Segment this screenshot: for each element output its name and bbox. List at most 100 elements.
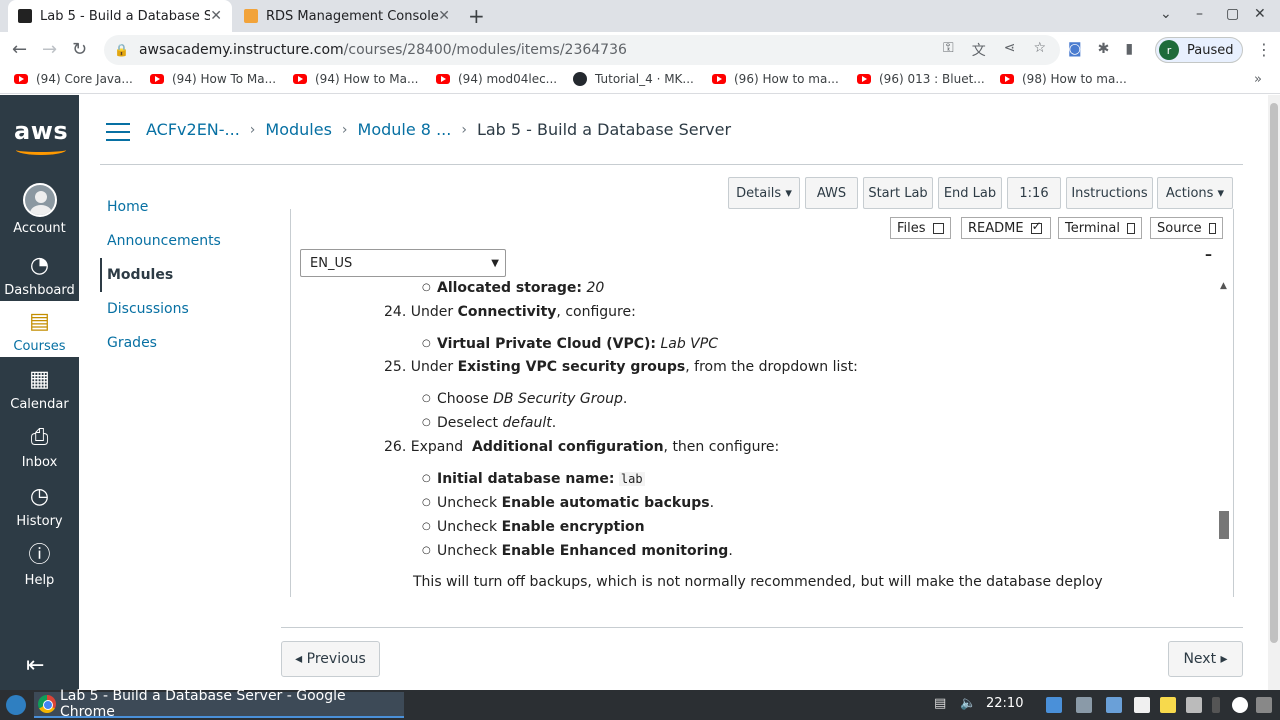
actions-button[interactable]: Actions ▾ xyxy=(1157,177,1233,209)
page-scrollbar[interactable] xyxy=(1268,95,1280,690)
minimize-icon[interactable]: – xyxy=(1205,247,1212,263)
previous-button[interactable]: ◂ Previous xyxy=(281,641,380,677)
gnav-dashboard[interactable]: ◔ Dashboard xyxy=(0,253,79,307)
instructions-scrollbar[interactable]: ▲ xyxy=(1217,281,1233,597)
taskbar-chrome-window[interactable]: Lab 5 - Build a Database Server - Google… xyxy=(34,688,404,720)
course-menu-hamburger-icon[interactable] xyxy=(106,123,130,141)
list-item: Initial database name: lab xyxy=(422,469,645,489)
bookmark-item[interactable]: (96) How to ma... xyxy=(712,72,839,86)
bookmark-item[interactable]: (94) How to Ma... xyxy=(293,72,418,86)
volume-icon[interactable]: 🔈 xyxy=(960,696,976,711)
clock-icon: ◷ xyxy=(29,484,50,509)
collapse-nav-icon[interactable]: ⇤ xyxy=(26,653,44,678)
aws-smile-icon xyxy=(16,145,66,155)
bookmark-item[interactable]: (96) 013 : Bluet... xyxy=(857,72,985,86)
scrollbar-thumb[interactable] xyxy=(1219,511,1229,539)
end-lab-button[interactable]: End Lab xyxy=(938,177,1002,209)
more-bookmarks-icon[interactable]: » xyxy=(1254,72,1262,87)
close-tab-icon[interactable]: ✕ xyxy=(438,8,450,24)
reload-icon[interactable]: ↻ xyxy=(72,39,87,60)
source-toggle[interactable]: Source xyxy=(1150,217,1223,239)
youtube-icon xyxy=(150,74,164,84)
course-nav-discussions[interactable]: Discussions xyxy=(100,292,270,326)
updates-icon[interactable] xyxy=(1232,697,1248,713)
profile-button[interactable]: r Paused xyxy=(1155,37,1243,63)
breadcrumb: ACFv2EN-... › Modules › Module 8 ... › L… xyxy=(146,120,731,139)
bookmark-item[interactable]: (94) How To Ma... xyxy=(150,72,276,86)
puzzle-extensions-icon[interactable]: ✱ xyxy=(1098,41,1110,57)
bookmark-item[interactable]: Tutorial_4 · MK... xyxy=(573,72,694,86)
close-tab-icon[interactable]: ✕ xyxy=(210,8,222,24)
note-paragraph: This will turn off backups, which is not… xyxy=(413,574,1103,590)
close-window-icon[interactable]: ✕ xyxy=(1254,6,1266,22)
notes-icon[interactable] xyxy=(1160,697,1176,713)
share-icon[interactable]: ⋖ xyxy=(1004,40,1016,60)
details-button[interactable]: Details ▾ xyxy=(728,177,800,209)
document-icon[interactable] xyxy=(1134,697,1150,713)
course-nav-grades[interactable]: Grades xyxy=(100,326,270,360)
minimize-window-icon[interactable]: – xyxy=(1196,6,1203,22)
clock[interactable]: 22:10 xyxy=(986,696,1023,711)
bookmark-item[interactable]: (94) Core Java... xyxy=(14,72,133,86)
page-scrollbar-thumb[interactable] xyxy=(1270,103,1278,643)
global-navigation: aws Account ◔ Dashboard ▤ Courses ▦ Cale… xyxy=(0,95,79,690)
gnav-help[interactable]: ⓘ Help xyxy=(0,543,79,597)
checkbox-icon[interactable] xyxy=(1126,222,1135,234)
checkbox-checked-icon[interactable] xyxy=(1030,219,1042,234)
bookmark-item[interactable]: (94) mod04lec... xyxy=(436,72,557,86)
list-item: Choose DB Security Group. xyxy=(422,389,627,409)
next-button[interactable]: Next ▸ xyxy=(1168,641,1243,677)
chevron-down-icon: ▼ xyxy=(491,257,499,269)
key-icon[interactable]: ⚿ xyxy=(943,40,954,60)
gnav-account[interactable]: Account xyxy=(0,183,79,243)
address-bar[interactable]: 🔒 awsacademy.instructure.com/courses/284… xyxy=(104,35,1060,65)
forward-icon[interactable]: → xyxy=(42,39,57,60)
start-menu-icon[interactable] xyxy=(6,695,26,715)
course-nav-modules[interactable]: Modules xyxy=(100,258,270,292)
course-nav-announcements[interactable]: Announcements xyxy=(100,224,270,258)
tab-rds-console[interactable]: RDS Management Console ✕ xyxy=(234,0,460,32)
breadcrumb-module[interactable]: Module 8 ... xyxy=(358,120,452,139)
camera-extension-icon[interactable]: ◙ xyxy=(1068,41,1082,57)
gnav-courses[interactable]: ▤ Courses xyxy=(0,301,79,357)
maximize-window-icon[interactable]: ▢ xyxy=(1226,6,1239,22)
translate-icon[interactable]: 文 xyxy=(972,40,986,60)
gnav-history[interactable]: ◷ History xyxy=(0,484,79,538)
keyboard-icon[interactable] xyxy=(1256,697,1272,713)
terminal-toggle[interactable]: Terminal xyxy=(1058,217,1142,239)
back-icon[interactable]: ← xyxy=(12,39,27,60)
side-panel-icon[interactable]: ▮ xyxy=(1125,41,1133,57)
lock-icon[interactable]: 🔒 xyxy=(114,43,129,57)
gnav-inbox[interactable]: ⎙ Inbox xyxy=(0,425,79,479)
checkbox-icon[interactable] xyxy=(932,222,944,234)
aws-button[interactable]: AWS xyxy=(805,177,858,209)
clipboard-icon[interactable]: ▤ xyxy=(934,696,946,711)
kebab-menu-icon[interactable]: ⋮ xyxy=(1256,40,1272,59)
files-toggle[interactable]: Files xyxy=(890,217,951,239)
footer-divider xyxy=(281,627,1243,628)
instructions-button[interactable]: Instructions xyxy=(1066,177,1153,209)
aws-logo[interactable]: aws xyxy=(14,117,68,145)
new-tab-icon[interactable]: + xyxy=(468,4,485,28)
bookmark-item[interactable]: (98) How to ma... xyxy=(1000,72,1127,86)
files-app-icon[interactable] xyxy=(1076,697,1092,713)
gnav-calendar[interactable]: ▦ Calendar xyxy=(0,367,79,421)
tab-lab5[interactable]: Lab 5 - Build a Database Se ✕ xyxy=(8,0,232,32)
checkbox-icon[interactable] xyxy=(1208,222,1216,234)
language-select[interactable]: EN_US ▼ xyxy=(300,249,506,277)
inbox-icon: ⎙ xyxy=(30,425,49,450)
browser-tab-strip: Lab 5 - Build a Database Se ✕ RDS Manage… xyxy=(0,0,1280,32)
breadcrumb-course[interactable]: ACFv2EN-... xyxy=(146,120,240,139)
course-nav-home[interactable]: Home xyxy=(100,190,270,224)
scroll-up-icon[interactable]: ▲ xyxy=(1220,281,1227,291)
bookmark-star-icon[interactable]: ☆ xyxy=(1033,40,1046,60)
tab-search-icon[interactable]: ⌄ xyxy=(1160,6,1172,22)
start-lab-button[interactable]: Start Lab xyxy=(863,177,933,209)
list-item: Allocated storage: 20 xyxy=(422,281,604,298)
help-icon: ⓘ xyxy=(28,543,51,568)
display-icon[interactable] xyxy=(1186,697,1202,713)
desktop-icon[interactable] xyxy=(1046,697,1062,713)
network-icon[interactable] xyxy=(1106,697,1122,713)
readme-toggle[interactable]: README xyxy=(961,217,1051,239)
breadcrumb-modules[interactable]: Modules xyxy=(265,120,332,139)
